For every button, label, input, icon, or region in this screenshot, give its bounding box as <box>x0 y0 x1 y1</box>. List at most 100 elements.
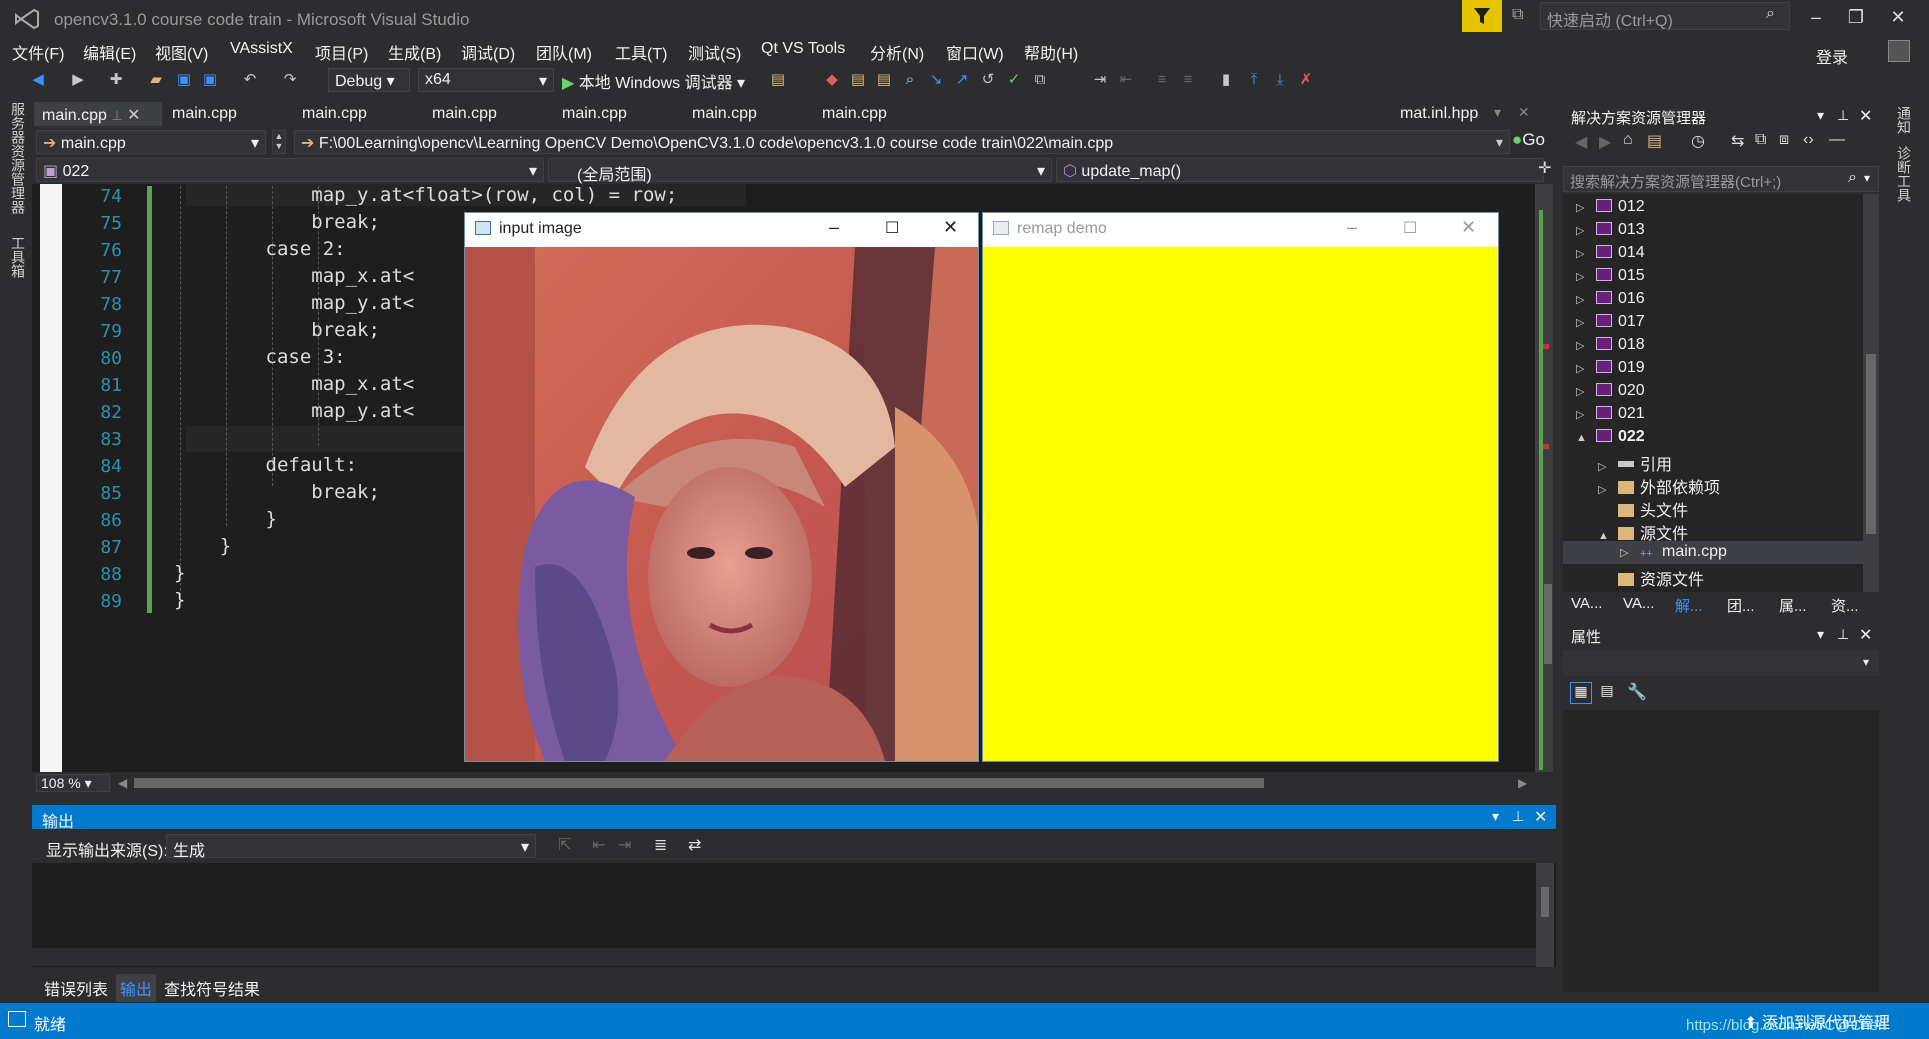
expand-arrow-icon[interactable]: ▷ <box>1576 316 1596 329</box>
goto-icon[interactable]: ↘ <box>926 70 946 90</box>
node-main-cpp[interactable]: ▷ ++ main.cpp <box>1620 543 1727 566</box>
project-020[interactable]: ▷ 020 <box>1576 382 1645 405</box>
file-nav-dropdown[interactable]: ➔ main.cpp ▾ <box>36 130 266 154</box>
code-line[interactable]: break; <box>174 319 380 341</box>
avatar[interactable] <box>1888 40 1910 62</box>
prev-message-icon[interactable]: ⇱ <box>558 835 571 855</box>
tab-va-view[interactable]: VA... <box>1623 595 1654 612</box>
tab-va-outline[interactable]: VA... <box>1571 595 1602 612</box>
expand-arrow-icon[interactable]: ▷ <box>1576 201 1596 214</box>
notifications-tab[interactable]: 通知 <box>1894 106 1914 134</box>
code-line[interactable]: break; <box>174 481 380 503</box>
project-013[interactable]: ▷ 013 <box>1576 221 1645 244</box>
menu-vassistx[interactable]: VAssistX <box>230 40 293 58</box>
node-resource-files[interactable]: 资源文件 <box>1598 566 1704 589</box>
collapse-all-icon[interactable]: ⧉ <box>1755 131 1766 149</box>
close-tab-icon[interactable]: ✕ <box>127 107 140 124</box>
close-icon[interactable]: ✕ <box>1859 625 1872 645</box>
project-015[interactable]: ▷ 015 <box>1576 267 1645 290</box>
tab-property-manager[interactable]: 属... <box>1779 595 1807 616</box>
tab-main-cpp[interactable]: main.cpp <box>814 102 895 126</box>
node-header-files[interactable]: 头文件 <box>1598 497 1688 520</box>
code-line[interactable]: map_x.at< <box>174 265 414 287</box>
comment-icon[interactable]: ≡ <box>1152 70 1172 90</box>
solution-search-input[interactable]: 搜索解决方案资源管理器(Ctrl+;) ⌕ ▾ <box>1563 166 1879 192</box>
code-line[interactable]: break; <box>174 211 380 233</box>
search-options-icon[interactable]: ▾ <box>1864 171 1870 185</box>
clear-all-icon[interactable]: ≣ <box>654 835 667 855</box>
code-line[interactable]: case 3: <box>174 346 346 368</box>
forward-icon[interactable]: ▶ <box>1599 132 1611 152</box>
path-dropdown-arrow[interactable]: ▾ <box>1496 134 1503 151</box>
expand-arrow-icon[interactable]: ▷ <box>1576 339 1596 352</box>
menu-window[interactable]: 窗口(W) <box>946 40 1004 64</box>
minimize-button[interactable]: – <box>829 217 839 238</box>
goto-def-icon[interactable]: ↗ <box>952 70 972 90</box>
close-button[interactable]: ✕ <box>1461 217 1476 238</box>
tab-overflow-icon[interactable]: ▾ <box>1494 104 1501 121</box>
solution-scroll-thumb[interactable] <box>1866 354 1876 534</box>
alphabetical-icon[interactable]: ▤ <box>1596 682 1618 704</box>
expand-arrow-icon[interactable]: ▷ <box>1620 546 1640 559</box>
search-icon[interactable]: ⌕ <box>1766 5 1775 23</box>
properties-icon[interactable]: — <box>1829 131 1845 149</box>
minimize-button[interactable]: – <box>1347 217 1357 238</box>
code-line[interactable]: case 2: <box>174 238 346 260</box>
properties-object-dropdown[interactable]: ▾ <box>1563 650 1879 676</box>
menu-help[interactable]: 帮助(H) <box>1024 40 1078 64</box>
project-019[interactable]: ▷ 019 <box>1576 359 1645 382</box>
new-project-icon[interactable]: ✚ <box>106 70 126 90</box>
output-scroll-thumb[interactable] <box>1541 887 1549 917</box>
close-button[interactable]: ✕ <box>943 217 958 238</box>
start-debug-button[interactable]: ▶ 本地 Windows 调试器 ▾ <box>562 69 745 93</box>
function-dropdown[interactable]: ⬡ update_map() <box>1056 158 1544 182</box>
sign-in-link[interactable]: 登录 <box>1816 44 1848 68</box>
project-012[interactable]: ▷ 012 <box>1576 198 1645 221</box>
tab-main-cpp[interactable]: main.cpp <box>164 102 245 126</box>
scroll-right-icon[interactable]: ▶ <box>1518 776 1527 790</box>
tab-main-cpp[interactable]: main.cpp <box>424 102 505 126</box>
view-code-icon[interactable]: ‹› <box>1803 131 1814 149</box>
redo-icon[interactable]: ↷ <box>280 70 300 90</box>
code-line[interactable]: } <box>174 535 231 557</box>
horizontal-scroll-thumb[interactable] <box>134 778 1264 788</box>
split-icon[interactable]: ✛ <box>1538 158 1551 178</box>
find-icon[interactable]: ▤ <box>848 70 868 90</box>
save-icon[interactable]: ▣ <box>174 70 194 90</box>
pending-changes-icon[interactable]: ◷ <box>1691 131 1705 151</box>
close-button[interactable]: ✕ <box>1884 4 1912 32</box>
scroll-thumb[interactable] <box>1544 584 1552 664</box>
node-source-files[interactable]: ▲ 源文件 <box>1598 520 1688 543</box>
quick-launch-input[interactable]: 快速启动 (Ctrl+Q) <box>1540 2 1790 30</box>
menu-edit[interactable]: 编辑(E) <box>83 40 136 64</box>
code-line[interactable]: } <box>174 589 185 611</box>
menu-debug[interactable]: 调试(D) <box>461 40 515 64</box>
pin-icon[interactable]: ⊥ <box>111 108 122 123</box>
indent-icon[interactable]: ⇥ <box>1090 70 1110 90</box>
scope-dropdown[interactable]: (全局范围) ▾ <box>548 158 1052 184</box>
nav-spinner[interactable]: ▲ ▼ <box>272 130 286 154</box>
pin-icon[interactable]: ⊥ <box>1512 808 1524 825</box>
expand-arrow-icon[interactable]: ▷ <box>1576 224 1596 237</box>
feedback-icon[interactable]: ⧉ <box>1512 6 1532 26</box>
maximize-button[interactable]: ☐ <box>1403 218 1417 238</box>
back-icon[interactable]: ◀ <box>28 70 48 90</box>
word-wrap-icon[interactable]: ⇄ <box>688 835 701 855</box>
next-bookmark-icon[interactable]: ⤓ <box>1270 70 1290 90</box>
toolbox-tab[interactable]: 工具箱 <box>8 236 28 278</box>
expand-arrow-icon[interactable]: ▷ <box>1598 483 1618 496</box>
output-source-dropdown[interactable]: 生成 ▾ <box>166 834 536 860</box>
project-017[interactable]: ▷ 017 <box>1576 313 1645 336</box>
menu-qt-vs-tools[interactable]: Qt VS Tools <box>761 40 845 58</box>
code-line[interactable]: } <box>174 562 185 584</box>
go-button[interactable]: ●Go <box>1512 130 1556 154</box>
restore-button[interactable]: ❐ <box>1842 4 1870 32</box>
undo-icon[interactable]: ↶ <box>240 70 260 90</box>
code-line[interactable]: map_y.at< <box>174 400 414 422</box>
tab-mat-inl-hpp[interactable]: mat.inl.hpp <box>1392 102 1486 126</box>
solution-scrollbar[interactable] <box>1863 194 1879 592</box>
menu-view[interactable]: 视图(V) <box>155 40 208 64</box>
expand-arrow-icon[interactable]: ▷ <box>1576 408 1596 421</box>
expand-arrow-icon[interactable]: ▷ <box>1576 385 1596 398</box>
menu-analyze[interactable]: 分析(N) <box>870 40 924 64</box>
